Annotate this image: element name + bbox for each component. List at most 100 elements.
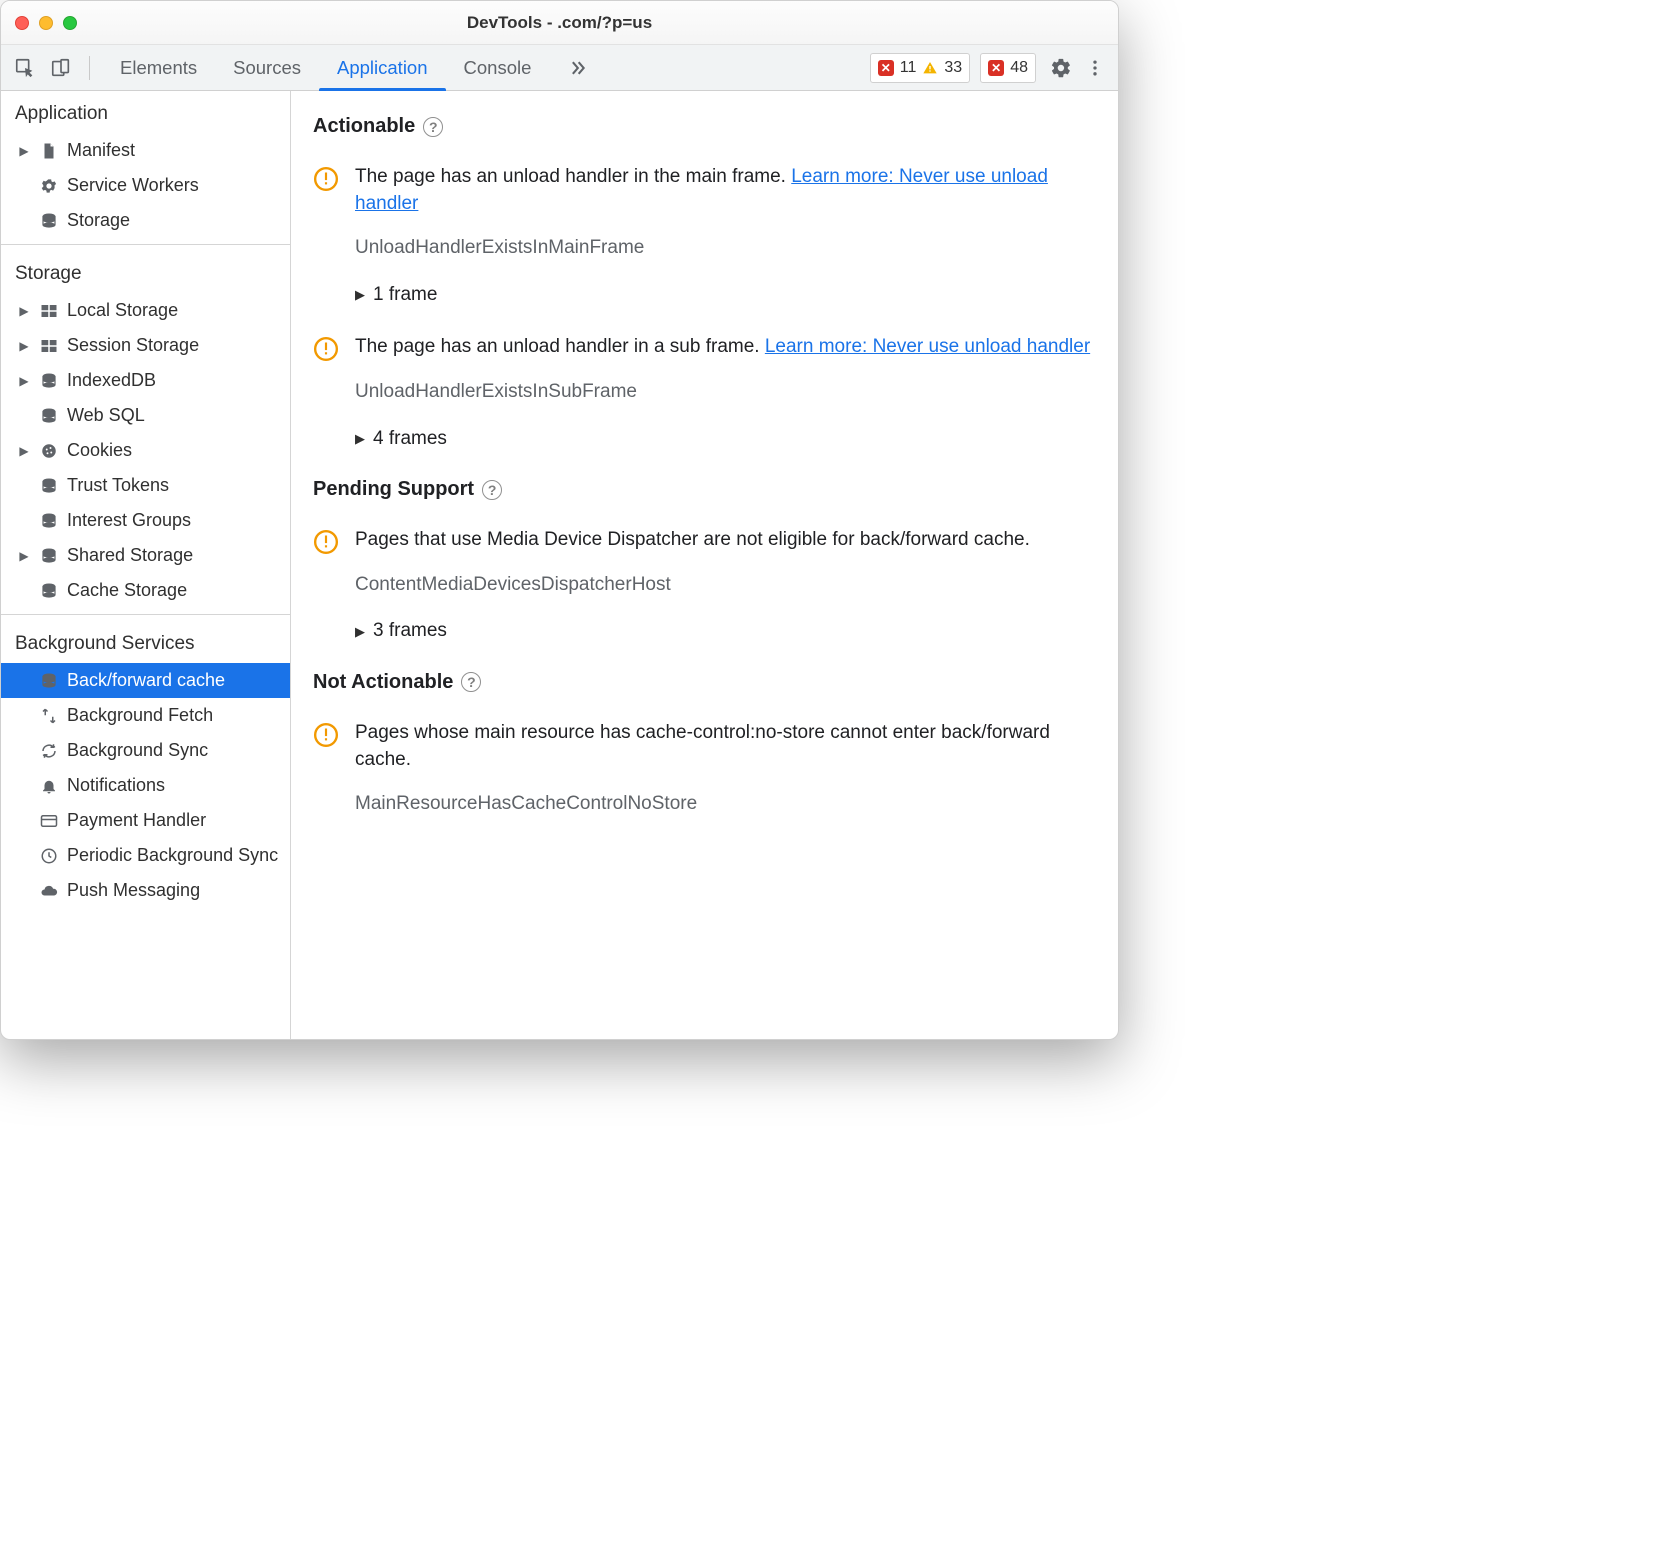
maximize-button[interactable] [63, 16, 77, 30]
issue-group-title: Pending Support? [313, 478, 1096, 501]
help-icon[interactable]: ? [423, 117, 443, 137]
issue-text: Pages whose main resource has cache-cont… [355, 720, 1096, 773]
sidebar-item-payment-handler[interactable]: Payment Handler [1, 803, 290, 838]
tab-application[interactable]: Application [319, 45, 446, 90]
db-icon [39, 476, 59, 496]
sidebar-item-background-fetch[interactable]: Background Fetch [1, 698, 290, 733]
expand-arrow-icon: ▶ [17, 144, 31, 158]
sidebar-section-header: Storage [1, 251, 290, 293]
warning-circle-icon [313, 336, 339, 362]
sidebar-item-label: Interest Groups [67, 510, 191, 531]
sidebar-item-session-storage[interactable]: ▶ Session Storage [1, 328, 290, 363]
sidebar-section-header: Application [1, 91, 290, 133]
sidebar-item-indexeddb[interactable]: ▶IndexedDB [1, 363, 290, 398]
panel-tabs: Elements Sources Application Console [102, 45, 605, 90]
sidebar-item-label: Notifications [67, 775, 165, 796]
warning-circle-icon [313, 166, 339, 192]
devtools-window: DevTools - .com/?p=us Elements Sources A… [0, 0, 1119, 1040]
issue-code: ContentMediaDevicesDispatcherHost [355, 572, 1030, 599]
sidebar-item-label: Service Workers [67, 175, 199, 196]
sidebar-item-push-messaging[interactable]: Push Messaging [1, 873, 290, 908]
fetch-icon [39, 706, 59, 726]
sidebar-item-trust-tokens[interactable]: Trust Tokens [1, 468, 290, 503]
tab-elements[interactable]: Elements [102, 45, 215, 90]
error-icon: ✕ [878, 60, 894, 76]
devtools-toolbar: Elements Sources Application Console ✕ 1… [1, 45, 1118, 91]
traffic-lights [15, 16, 77, 30]
db-icon [39, 581, 59, 601]
cookie-icon [39, 441, 59, 461]
issues-badge[interactable]: ✕ 48 [980, 53, 1036, 83]
sidebar-item-label: Periodic Background Sync [67, 845, 278, 866]
learn-more-link[interactable]: Learn more: Never use unload handler [355, 166, 1048, 214]
sidebar-item-label: Push Messaging [67, 880, 200, 901]
close-button[interactable] [15, 16, 29, 30]
frames-toggle[interactable]: ▶3 frames [355, 618, 1030, 645]
window-titlebar: DevTools - .com/?p=us [1, 1, 1118, 45]
issue-text: Pages that use Media Device Dispatcher a… [355, 527, 1030, 554]
warning-icon [922, 60, 938, 76]
frames-toggle[interactable]: ▶4 frames [355, 426, 1090, 453]
sidebar-item-label: Storage [67, 210, 130, 231]
warning-circle-icon [313, 529, 339, 555]
more-options-icon[interactable] [1080, 53, 1110, 83]
sidebar-item-label: Session Storage [67, 335, 199, 356]
toolbar-divider [89, 56, 90, 80]
sidebar-item-storage[interactable]: Storage [1, 203, 290, 238]
device-toggle-icon[interactable] [45, 52, 77, 84]
sidebar-item-manifest[interactable]: ▶Manifest [1, 133, 290, 168]
tab-console[interactable]: Console [446, 45, 550, 90]
sidebar-item-label: Shared Storage [67, 545, 193, 566]
sidebar-item-cookies[interactable]: ▶Cookies [1, 433, 290, 468]
issue-row: Pages whose main resource has cache-cont… [313, 720, 1096, 818]
issue-row: The page has an unload handler in the ma… [313, 164, 1096, 308]
issue-text: The page has an unload handler in a sub … [355, 334, 1090, 361]
sidebar-item-interest-groups[interactable]: Interest Groups [1, 503, 290, 538]
sync-icon [39, 741, 59, 761]
sidebar-item-label: Trust Tokens [67, 475, 169, 496]
sidebar-item-notifications[interactable]: Notifications [1, 768, 290, 803]
expand-arrow-icon: ▶ [17, 374, 31, 388]
sidebar-item-service-workers[interactable]: Service Workers [1, 168, 290, 203]
grid-icon [39, 301, 59, 321]
frames-toggle[interactable]: ▶1 frame [355, 282, 1096, 309]
issue-code: UnloadHandlerExistsInSubFrame [355, 379, 1090, 406]
sidebar-item-label: Back/forward cache [67, 670, 225, 691]
window-title: DevTools - .com/?p=us [1, 13, 1118, 33]
sidebar-item-local-storage[interactable]: ▶Local Storage [1, 293, 290, 328]
learn-more-link[interactable]: Learn more: Never use unload handler [765, 336, 1090, 357]
sidebar-item-web-sql[interactable]: Web SQL [1, 398, 290, 433]
expand-arrow-icon: ▶ [17, 549, 31, 563]
settings-icon[interactable] [1046, 53, 1076, 83]
error-count: 11 [900, 59, 917, 77]
warning-circle-icon [313, 722, 339, 748]
issue-code: UnloadHandlerExistsInMainFrame [355, 235, 1096, 262]
inspect-element-icon[interactable] [9, 52, 41, 84]
help-icon[interactable]: ? [461, 672, 481, 692]
sidebar-item-label: Local Storage [67, 300, 178, 321]
sidebar-item-label: Payment Handler [67, 810, 206, 831]
card-icon [39, 811, 59, 831]
more-tabs-icon[interactable] [549, 45, 605, 90]
sidebar-item-background-sync[interactable]: Background Sync [1, 733, 290, 768]
sidebar-item-label: Cache Storage [67, 580, 187, 601]
sidebar-item-label: Background Fetch [67, 705, 213, 726]
issues-count: 48 [1010, 59, 1028, 77]
db-icon [39, 671, 59, 691]
minimize-button[interactable] [39, 16, 53, 30]
tab-sources[interactable]: Sources [215, 45, 319, 90]
issues-icon: ✕ [988, 60, 1004, 76]
sidebar-item-periodic-background-sync[interactable]: Periodic Background Sync [1, 838, 290, 873]
issue-row: Pages that use Media Device Dispatcher a… [313, 527, 1096, 645]
issue-row: The page has an unload handler in a sub … [313, 334, 1096, 452]
expand-arrow-icon: ▶ [17, 339, 31, 353]
help-icon[interactable]: ? [482, 480, 502, 500]
console-errors-warnings[interactable]: ✕ 11 33 [870, 53, 970, 83]
db-icon [39, 371, 59, 391]
sidebar-item-back-forward-cache[interactable]: Back/forward cache [1, 663, 290, 698]
application-sidebar: Application▶Manifest Service Workers Stora… [1, 91, 291, 1039]
sidebar-item-cache-storage[interactable]: Cache Storage [1, 573, 290, 608]
db-icon [39, 211, 59, 231]
sidebar-item-shared-storage[interactable]: ▶ Shared Storage [1, 538, 290, 573]
db-icon [39, 406, 59, 426]
